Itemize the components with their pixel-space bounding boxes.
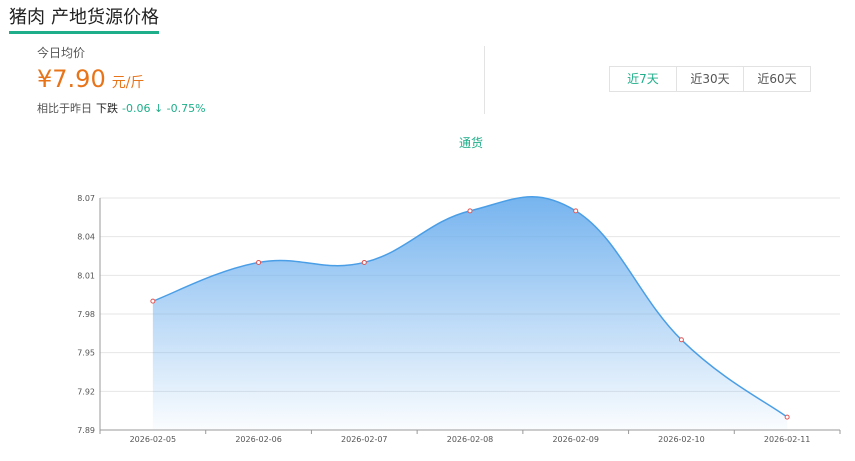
x-tick-label: 2026-02-05: [130, 435, 177, 444]
data-point: [256, 259, 262, 265]
y-tick-label: 7.98: [77, 310, 95, 319]
y-tick-label: 8.04: [77, 233, 95, 242]
y-tick-label: 7.89: [77, 426, 95, 435]
x-tick-label: 2026-02-09: [552, 435, 599, 444]
x-tick-label: 2026-02-06: [235, 435, 282, 444]
x-tick-label: 2026-02-11: [764, 435, 811, 444]
data-point: [678, 337, 684, 343]
y-tick-label: 7.95: [77, 349, 95, 358]
data-point: [784, 414, 790, 420]
price-chart: 7.89 7.92 7.95 7.98 8.01 8.04 8.07 2026-02-05 20…: [77, 194, 841, 444]
x-tick-label: 2026-02-10: [658, 435, 705, 444]
data-point: [467, 208, 473, 214]
y-tick-label: 8.01: [77, 271, 95, 280]
data-point: [361, 259, 367, 265]
x-tick-label: 2026-02-07: [341, 435, 388, 444]
y-tick-label: 8.07: [77, 194, 95, 203]
x-tick-label: 2026-02-08: [447, 435, 494, 444]
series-area: [152, 196, 788, 430]
data-point: [573, 208, 579, 214]
data-point: [150, 298, 156, 304]
y-tick-label: 7.92: [77, 387, 95, 396]
